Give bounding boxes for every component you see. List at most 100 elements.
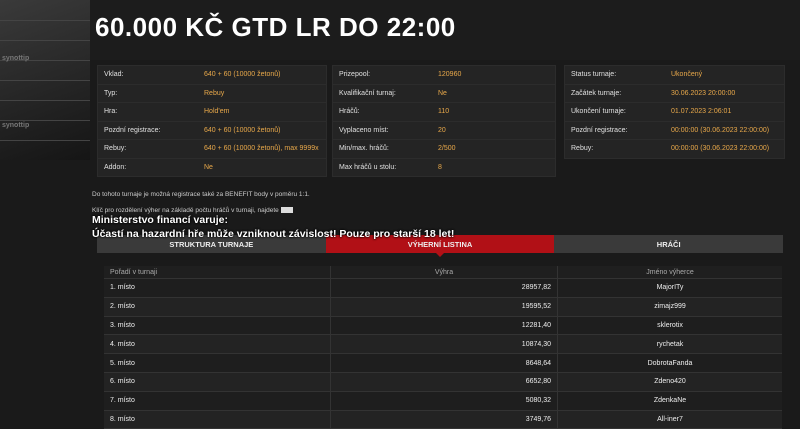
info-value: 00:00:00 (30.06.2023 22:00:00) — [671, 145, 770, 153]
info-label: Hráčů: — [339, 108, 360, 116]
info-value: 8 — [438, 163, 442, 171]
info-label: Vyplaceno míst: — [339, 126, 389, 134]
prize-cell: 10874,30 — [331, 335, 558, 354]
rank-cell: 6. místo — [104, 372, 331, 391]
brand-logo: synottip — [2, 122, 30, 129]
info-label: Pozdní registrace: — [104, 126, 161, 134]
winner-cell: MajorITy — [656, 284, 684, 292]
benefit-note: Do tohoto turnaje je možná registrace ta… — [92, 191, 310, 198]
table-row: 7. místo 5080,32 ZdenkaNe — [104, 391, 782, 411]
info-row: Min/max. hráčů: 2/500 — [333, 140, 555, 159]
prize-key-text: Klíč pro rozdělení výher na základě počt… — [92, 207, 279, 214]
winner-cell: Zdeno420 — [654, 378, 686, 386]
info-value: 120960 — [438, 71, 462, 79]
prize-cell: 12281,40 — [331, 316, 558, 335]
info-row: Rebuy: 00:00:00 (30.06.2023 22:00:00) — [565, 140, 784, 158]
table-row: 2. místo 19595,52 zimajz999 — [104, 297, 782, 317]
info-row: Typ: Rebuy — [98, 85, 326, 103]
info-value: Ne — [438, 89, 447, 97]
prize-cell: 6652,80 — [331, 372, 558, 391]
table-row: 5. místo 8648,64 DobrotaFanda — [104, 354, 782, 373]
info-value: Hold'em — [204, 108, 230, 116]
info-row: Max hráčů u stolu: 8 — [333, 159, 555, 177]
info-label: Min/max. hráčů: — [339, 145, 389, 153]
rank-cell: 3. místo — [104, 316, 331, 335]
rank-cell: 1. místo — [104, 279, 331, 297]
info-row: Hráčů: 110 — [333, 103, 555, 122]
info-label: Addon: — [104, 163, 127, 171]
info-label: Hra: — [104, 108, 118, 116]
page-title: 60.000 KČ GTD LR DO 22:00 — [95, 12, 456, 42]
info-row: Pozdní registrace: 640 + 60 (10000 žetonů… — [98, 122, 326, 140]
table-row: 8. místo 3749,76 All-iner7 — [104, 410, 782, 429]
info-row: Vklad: 640 + 60 (10000 žetonů) — [98, 66, 326, 85]
rank-cell: 8. místo — [104, 410, 331, 429]
info-row: Rebuy: 640 + 60 (10000 žetonů), max 9999x — [98, 140, 326, 159]
table-header: Pořadí v turnaji Výhra Jméno výherce — [104, 266, 782, 279]
brand-logo: synottip — [2, 55, 30, 62]
table-row: 1. místo 28957,82 MajorITy — [104, 279, 782, 298]
table-row: 3. místo 12281,40 sklerotix — [104, 316, 782, 336]
info-value: Ukončený — [671, 71, 703, 79]
winner-cell: ZdenkaNe — [653, 397, 687, 405]
prize-cell: 3749,76 — [331, 410, 558, 429]
info-panel-general: Vklad: 640 + 60 (10000 žetonů) Typ: Rebuy Hr… — [97, 65, 327, 177]
info-row: Prizepool: 120960 — [333, 66, 555, 85]
table-row: 4. místo 10874,30 rychetak — [104, 335, 782, 355]
info-value: 2/500 — [438, 145, 456, 153]
info-value: Ne — [204, 163, 213, 171]
prize-cell: 8648,64 — [331, 354, 558, 372]
info-label: Prizepool: — [339, 71, 371, 79]
gambling-warning-title: Ministerstvo financí varuje: — [92, 214, 228, 226]
info-value: 640 + 60 (10000 žetonů) — [204, 71, 281, 79]
info-row: Status turnaje: Ukončený — [565, 66, 784, 85]
info-row: Hra: Hold'em — [98, 103, 326, 122]
stadium-background: synottip synottip — [0, 0, 90, 160]
info-label: Vklad: — [104, 71, 124, 79]
info-label: Ukončení turnaje: — [571, 108, 626, 116]
info-panel-players: Prizepool: 120960 Kvalifikační turnaj: Ne Hr… — [332, 65, 556, 177]
info-value: Rebuy — [204, 89, 225, 97]
winner-cell: All-iner7 — [657, 415, 683, 423]
prize-key-note: Klíč pro rozdělení výher na základě počt… — [92, 207, 293, 214]
header-winner: Jméno výherce — [646, 268, 694, 276]
prize-key-link-icon[interactable] — [280, 207, 293, 214]
info-panel-status: Status turnaje: Ukončený Začátek turnaje: 3… — [564, 65, 785, 159]
info-value: 01.07.2023 2:06:01 — [671, 108, 732, 116]
info-row: Kvalifikační turnaj: Ne — [333, 85, 555, 103]
rank-cell: 7. místo — [104, 391, 331, 410]
info-row: Vyplaceno míst: 20 — [333, 122, 555, 140]
header-rank: Pořadí v turnaji — [104, 266, 331, 278]
prize-table: Pořadí v turnaji Výhra Jméno výherce 1. … — [104, 266, 782, 429]
winner-cell: sklerotix — [657, 321, 683, 329]
info-value: 110 — [438, 108, 450, 116]
info-label: Status turnaje: — [571, 71, 617, 79]
info-label: Pozdní registrace: — [571, 126, 628, 134]
rank-cell: 2. místo — [104, 297, 331, 316]
header-prize: Výhra — [331, 266, 558, 278]
table-row: 6. místo 6652,80 Zdeno420 — [104, 372, 782, 392]
rank-cell: 4. místo — [104, 335, 331, 354]
info-label: Kvalifikační turnaj: — [339, 89, 396, 97]
info-row: Začátek turnaje: 30.06.2023 20:00:00 — [565, 85, 784, 103]
info-value: 20 — [438, 126, 446, 134]
tab-players[interactable]: HRÁČI — [554, 235, 784, 253]
rank-cell: 5. místo — [104, 354, 331, 372]
winner-cell: zimajz999 — [654, 303, 686, 311]
info-row: Addon: Ne — [98, 159, 326, 177]
info-label: Rebuy: — [571, 145, 594, 153]
prize-cell: 5080,32 — [331, 391, 558, 410]
info-label: Rebuy: — [104, 145, 127, 153]
prize-cell: 28957,82 — [331, 279, 558, 297]
info-value: 640 + 60 (10000 žetonů), max 9999x — [204, 145, 319, 153]
info-label: Začátek turnaje: — [571, 89, 622, 97]
info-value: 640 + 60 (10000 žetonů) — [204, 126, 281, 134]
winner-cell: DobrotaFanda — [647, 359, 693, 367]
info-row: Ukončení turnaje: 01.07.2023 2:06:01 — [565, 103, 784, 122]
info-row: Pozdní registrace: 00:00:00 (30.06.2023 2… — [565, 122, 784, 140]
winner-cell: rychetak — [656, 340, 684, 348]
prize-cell: 19595,52 — [331, 297, 558, 316]
gambling-warning-text: Účastí na hazardní hře může vzniknout zá… — [92, 228, 455, 240]
info-value: 00:00:00 (30.06.2023 22:00:00) — [671, 126, 770, 134]
info-label: Typ: — [104, 89, 118, 97]
